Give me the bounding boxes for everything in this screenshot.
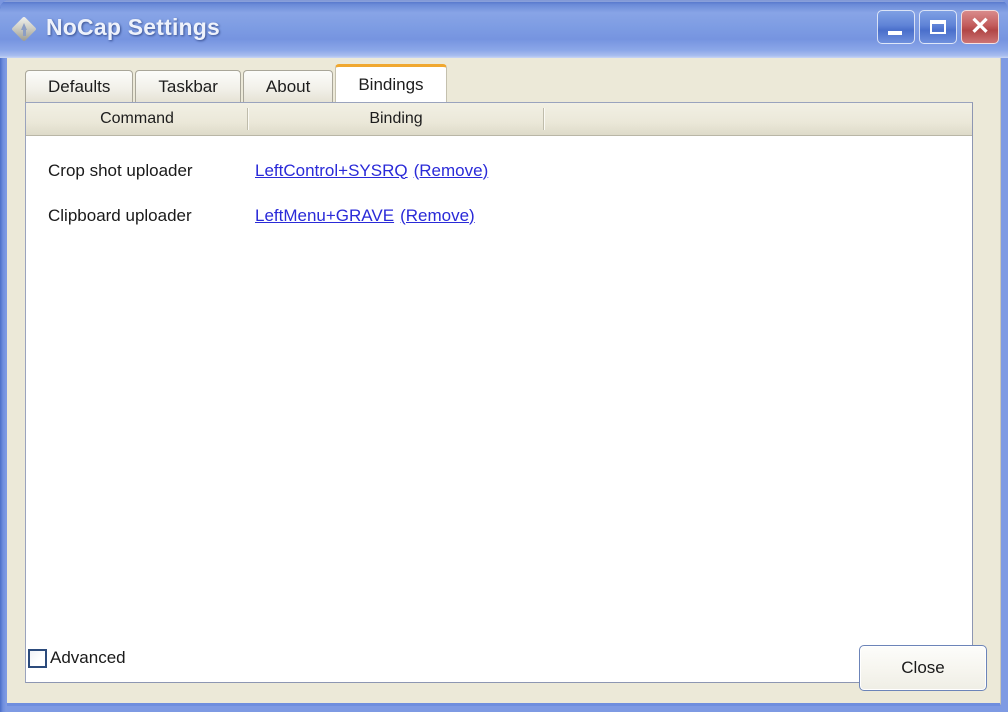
bindings-list-rows: Crop shot uploader LeftControl+SYSRQ (Rem…: [26, 136, 972, 238]
table-row[interactable]: Crop shot uploader LeftControl+SYSRQ (Rem…: [26, 148, 972, 193]
settings-window: NoCap Settings ✕ Defaults Taskbar About: [0, 0, 1008, 712]
close-button[interactable]: Close: [859, 645, 987, 691]
binding-hotkey-link[interactable]: LeftControl+SYSRQ: [255, 161, 408, 180]
binding-value-cell: LeftMenu+GRAVE (Remove): [248, 206, 972, 226]
tab-about-label: About: [265, 76, 311, 96]
tab-defaults-label: Defaults: [48, 76, 111, 96]
maximize-icon: [930, 20, 946, 34]
close-icon: ✕: [969, 13, 991, 40]
window-controls: ✕: [877, 10, 999, 44]
minimize-button[interactable]: [877, 10, 915, 44]
tab-bar: Defaults Taskbar About Bindings: [25, 64, 447, 102]
app-diamond-arrow-icon: [11, 16, 38, 43]
binding-command-cell: Clipboard uploader: [48, 205, 192, 225]
title-bar: NoCap Settings ✕: [0, 0, 1008, 58]
binding-value-cell: LeftControl+SYSRQ (Remove): [248, 161, 972, 181]
binding-remove-link[interactable]: (Remove): [414, 161, 489, 180]
close-button-label: Close: [901, 658, 945, 677]
binding-command-cell: Crop shot uploader: [48, 160, 193, 180]
bindings-list-panel: Command Binding Crop shot uploader LeftC…: [25, 102, 973, 683]
minimize-icon: [888, 31, 902, 35]
close-window-button[interactable]: ✕: [961, 10, 999, 44]
binding-hotkey-link[interactable]: LeftMenu+GRAVE: [255, 206, 394, 225]
binding-remove-link[interactable]: (Remove): [400, 206, 475, 225]
tab-about[interactable]: About: [242, 70, 334, 102]
tab-bindings-label: Bindings: [358, 74, 424, 94]
tab-bindings[interactable]: Bindings: [335, 64, 447, 102]
advanced-label: Advanced: [50, 648, 126, 667]
bindings-list-header: Command Binding: [26, 103, 972, 136]
window-title: NoCap Settings: [46, 14, 221, 40]
advanced-checkbox-row[interactable]: Advanced: [28, 648, 126, 668]
maximize-button[interactable]: [919, 10, 957, 44]
column-header-extra[interactable]: [544, 103, 972, 135]
dialog-body: Defaults Taskbar About Bindings Command …: [7, 58, 1001, 706]
advanced-checkbox[interactable]: [28, 648, 47, 668]
table-row[interactable]: Clipboard uploader LeftMenu+GRAVE (Remove…: [26, 193, 972, 238]
column-header-binding[interactable]: Binding: [248, 103, 544, 135]
dialog-footer: Advanced Close: [7, 639, 1001, 703]
tab-defaults[interactable]: Defaults: [25, 70, 134, 102]
tab-taskbar[interactable]: Taskbar: [135, 70, 241, 102]
tab-taskbar-label: Taskbar: [158, 76, 218, 96]
column-header-command[interactable]: Command: [26, 103, 248, 135]
